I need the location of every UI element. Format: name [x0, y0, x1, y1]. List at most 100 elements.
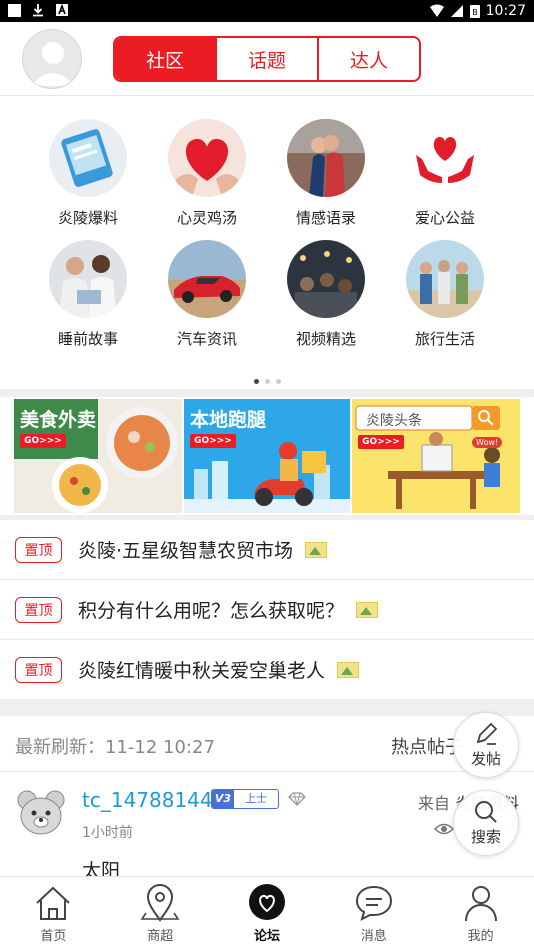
- pinned-badge: 置顶: [15, 656, 62, 683]
- bottom-navigation: 首页 商超 论坛 消息 我的: [0, 876, 534, 950]
- banner-headlines-title: 炎陵头条: [366, 413, 422, 429]
- charity-heart-icon: [406, 119, 484, 197]
- page-dot: [275, 379, 281, 384]
- category-item-news[interactable]: 炎陵爆料: [33, 119, 143, 235]
- banner-title: 本地跑腿: [190, 409, 267, 431]
- battery-icon: B: [469, 5, 480, 18]
- nav-profile[interactable]: 我的: [427, 877, 534, 950]
- category-label: 炎陵爆料: [57, 209, 118, 227]
- location-pin-icon: [140, 884, 180, 922]
- download-icon: [33, 4, 43, 17]
- nav-shop[interactable]: 商超: [107, 877, 214, 950]
- bear-avatar-icon[interactable]: [15, 788, 67, 840]
- page-dot: [264, 379, 270, 384]
- pinned-post-row[interactable]: 置顶 炎陵·五星级智慧农贸市场: [0, 520, 534, 580]
- banner-go-button[interactable]: GO>>>: [20, 434, 66, 448]
- service-banners: 美食外卖 GO>>> 本地跑腿 GO>>> 炎陵头条 Wow! GO>>>: [0, 397, 534, 515]
- app-notification-icon: [56, 3, 68, 16]
- page-indicator: [0, 369, 534, 388]
- category-label: 视频精选: [295, 330, 356, 348]
- news-phone-icon: [49, 119, 127, 197]
- video-crowd-icon: [287, 240, 365, 318]
- svg-text:B: B: [472, 8, 478, 17]
- nav-label: 我的: [467, 929, 494, 944]
- category-item-bedtime[interactable]: 睡前故事: [33, 240, 143, 356]
- tab-community[interactable]: 社区: [115, 38, 217, 80]
- pinned-post-title: 积分有什么用呢？怎么获取呢？: [78, 600, 345, 622]
- new-post-label: 发帖: [470, 750, 501, 768]
- image-attachment-icon: [305, 541, 328, 558]
- category-item-video[interactable]: 视频精选: [271, 240, 381, 356]
- couple-icon: [287, 119, 365, 197]
- notification-square-icon: [8, 3, 21, 17]
- banner-go-button[interactable]: GO>>>: [190, 434, 236, 448]
- level-badge-rank: V3: [212, 790, 234, 808]
- search-icon: [475, 801, 497, 823]
- pinned-badge: 置顶: [15, 596, 62, 623]
- post-time: 1小时前: [82, 825, 133, 841]
- banner-title: 美食外卖: [20, 409, 97, 431]
- category-label: 情感语录: [295, 209, 356, 227]
- forum-header: 社区 话题 达人: [0, 22, 534, 96]
- banner-go-button[interactable]: GO>>>: [358, 435, 404, 449]
- level-badge: V3 上士: [211, 789, 279, 809]
- tab-topics[interactable]: 话题: [217, 38, 319, 80]
- category-item-charity[interactable]: 爱心公益: [390, 119, 500, 235]
- chat-bubble-icon: [355, 885, 392, 921]
- nav-label: 商超: [147, 929, 174, 944]
- banner-headlines[interactable]: 炎陵头条 Wow! GO>>>: [352, 399, 520, 513]
- status-bar: B 10:27: [0, 0, 534, 22]
- banner-food-delivery[interactable]: 美食外卖 GO>>>: [14, 399, 182, 513]
- user-avatar[interactable]: [22, 29, 82, 89]
- pinned-badge: 置顶: [15, 536, 62, 563]
- forum-tab-switcher: 社区 话题 达人: [113, 36, 421, 82]
- pinned-posts: 置顶 炎陵·五星级智慧农贸市场 置顶 积分有什么用呢？怎么获取呢？ 置顶 炎陵红…: [0, 520, 534, 700]
- section-divider: [0, 700, 534, 716]
- eye-icon: [434, 823, 454, 835]
- family-reading-icon: [49, 240, 127, 318]
- pinned-post-row[interactable]: 置顶 炎陵红情暖中秋关爱空巢老人: [0, 640, 534, 700]
- banner-errand[interactable]: 本地跑腿 GO>>>: [184, 399, 350, 513]
- home-icon: [36, 886, 71, 920]
- sports-car-icon: [168, 240, 246, 318]
- post-username[interactable]: tc_14788144: [82, 788, 213, 812]
- category-item-emotion[interactable]: 情感语录: [271, 119, 381, 235]
- default-avatar-icon: [31, 42, 75, 86]
- category-item-travel[interactable]: 旅行生活: [390, 240, 500, 356]
- forum-heart-icon: [248, 884, 285, 920]
- nav-forum[interactable]: 论坛: [214, 877, 321, 950]
- category-label: 爱心公益: [414, 209, 475, 227]
- nav-messages[interactable]: 消息: [320, 877, 427, 950]
- nav-label: 论坛: [253, 929, 280, 944]
- pencil-icon: [476, 722, 498, 745]
- section-divider: [0, 389, 534, 397]
- nav-label: 首页: [40, 929, 67, 944]
- clock: 10:27: [485, 3, 526, 19]
- category-label: 睡前故事: [57, 330, 118, 348]
- pinned-post-row[interactable]: 置顶 积分有什么用呢？怎么获取呢？: [0, 580, 534, 640]
- search-button[interactable]: 搜索: [453, 790, 519, 856]
- category-label: 旅行生活: [414, 330, 475, 348]
- heart-hands-icon: [168, 119, 246, 197]
- diamond-icon: [288, 792, 306, 806]
- last-refresh-time: 最新刷新：11-12 10:27: [15, 737, 215, 758]
- new-post-button[interactable]: 发帖: [453, 712, 519, 778]
- page-dot-active: [253, 379, 259, 384]
- category-item-soul[interactable]: 心灵鸡汤: [152, 119, 262, 235]
- travel-group-icon: [406, 240, 484, 318]
- category-grid: 炎陵爆料 心灵鸡汤 情感语录 爱心公益 睡前故事 汽车资讯 视频精选 旅行生活: [0, 97, 534, 389]
- category-label: 汽车资讯: [176, 330, 237, 348]
- tab-experts[interactable]: 达人: [319, 38, 419, 80]
- post-source-prefix: 来自: [417, 794, 450, 813]
- image-attachment-icon: [337, 661, 360, 678]
- search-label: 搜索: [470, 828, 501, 846]
- level-badge-title: 上士: [245, 792, 267, 805]
- category-item-auto[interactable]: 汽车资讯: [152, 240, 262, 356]
- signal-icon: [450, 5, 463, 17]
- nav-home[interactable]: 首页: [0, 877, 107, 950]
- pinned-post-title: 炎陵·五星级智慧农贸市场: [78, 540, 294, 562]
- category-label: 心灵鸡汤: [176, 209, 237, 227]
- image-attachment-icon: [356, 601, 379, 618]
- pinned-post-title: 炎陵红情暖中秋关爱空巢老人: [78, 660, 326, 682]
- person-icon: [464, 886, 497, 922]
